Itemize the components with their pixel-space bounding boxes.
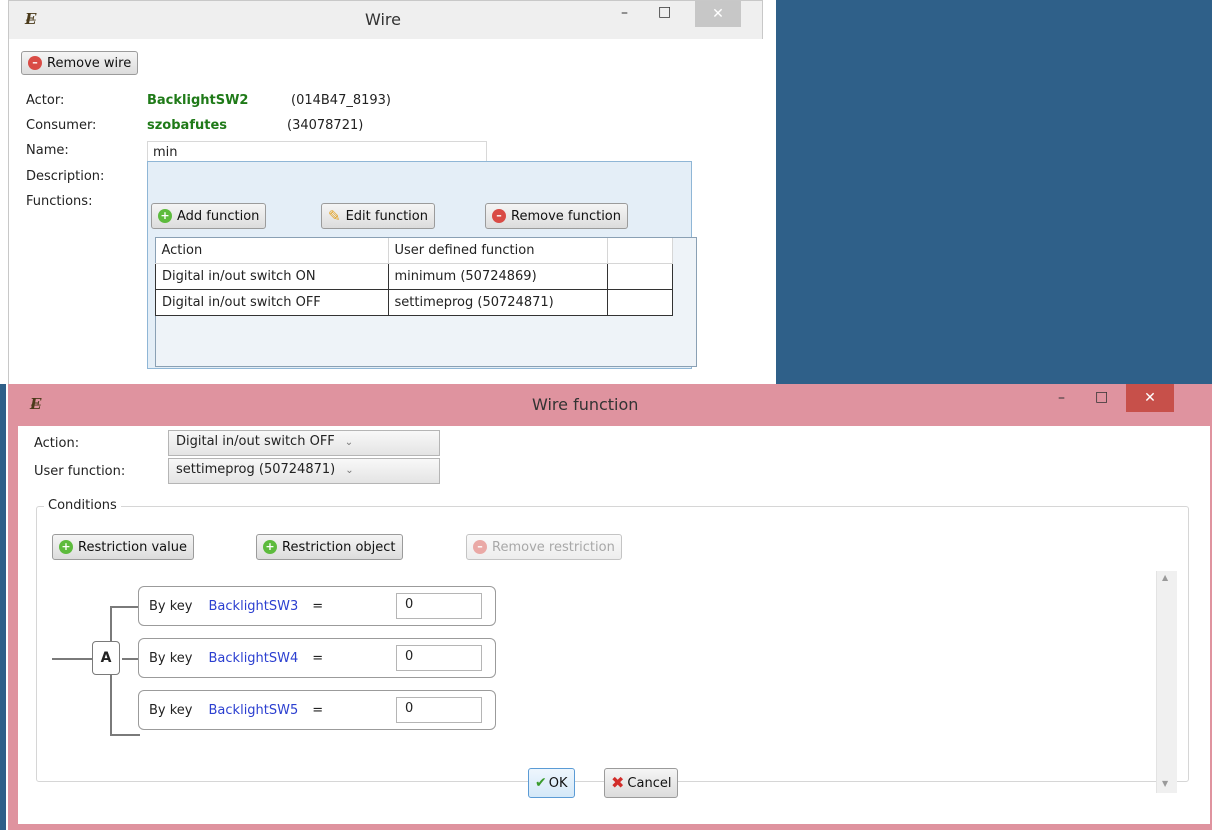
app-logo-icon: E̶: [30, 395, 42, 413]
functions-table: Action User defined function Digital in/…: [155, 238, 673, 316]
name-label: Name:: [26, 143, 69, 158]
cancel-icon: ✖: [611, 773, 625, 792]
table-header-row: Action User defined function: [155, 238, 673, 264]
wire-window-title: Wire: [365, 10, 401, 29]
table-cell-action: Digital in/out switch OFF: [155, 289, 389, 316]
desktop-background: [776, 0, 1212, 384]
cancel-label: Cancel: [627, 775, 672, 791]
condition-prefix: By key: [149, 598, 193, 614]
condition-key: BacklightSW3: [208, 598, 299, 614]
restriction-object-button[interactable]: + Restriction object: [256, 534, 403, 560]
restriction-object-label: Restriction object: [282, 539, 396, 555]
ok-button[interactable]: ✔ OK: [528, 768, 575, 798]
description-label: Description:: [26, 169, 105, 184]
and-operator-node[interactable]: A: [92, 641, 120, 675]
add-function-label: Add function: [177, 208, 260, 224]
desktop-background-strip: [0, 384, 6, 830]
actor-name: BacklightSW2: [147, 93, 249, 108]
app-logo-icon: E̶: [25, 10, 37, 28]
remove-restriction-button[interactable]: – Remove restriction: [466, 534, 622, 560]
wire-function-title: Wire function: [532, 395, 639, 414]
close-icon[interactable]: ✕: [695, 1, 741, 27]
tree-connector: [110, 734, 140, 736]
tree-connector: [52, 658, 96, 660]
maximize-icon[interactable]: □: [1095, 389, 1108, 405]
user-function-label: User function:: [34, 464, 126, 479]
add-icon: +: [59, 540, 73, 554]
condition-operator: =: [312, 650, 324, 666]
table-cell-function: minimum (50724869): [387, 263, 608, 290]
action-select-value: Digital in/out switch OFF: [176, 434, 335, 449]
restriction-value-label: Restriction value: [78, 539, 187, 555]
minimize-icon[interactable]: –: [1058, 390, 1065, 406]
close-icon[interactable]: ✕: [1126, 384, 1174, 412]
table-cell-action: Digital in/out switch ON: [155, 263, 389, 290]
condition-key: BacklightSW5: [208, 702, 299, 718]
condition-value-input[interactable]: 0: [396, 697, 482, 723]
wire-window-titlebar[interactable]: E̶ Wire – □ ✕: [9, 1, 764, 39]
remove-function-label: Remove function: [511, 208, 621, 224]
wire-function-dialog: E̶ Wire function – □ ✕ Action: Digital i…: [8, 384, 1212, 830]
table-cell-empty: [606, 263, 673, 290]
name-field[interactable]: min: [147, 141, 487, 163]
cancel-button[interactable]: ✖ Cancel: [604, 768, 679, 798]
table-cell-function: settimeprog (50724871): [387, 289, 608, 316]
consumer-name: szobafutes: [147, 118, 227, 133]
table-cell-empty: [606, 289, 673, 316]
actor-label: Actor:: [26, 93, 65, 108]
maximize-icon[interactable]: □: [658, 4, 671, 20]
column-header[interactable]: User defined function: [388, 238, 608, 264]
conditions-scrollbar[interactable]: ▲ ▼: [1156, 571, 1177, 793]
condition-operator: =: [312, 702, 324, 718]
consumer-id: (34078721): [287, 118, 364, 133]
wire-function-titlebar[interactable]: E̶ Wire function – □ ✕: [8, 384, 1212, 426]
action-label: Action:: [34, 436, 80, 451]
condition-operator: =: [312, 598, 324, 614]
remove-restriction-label: Remove restriction: [492, 539, 615, 555]
ok-label: OK: [548, 775, 568, 791]
condition-value-input[interactable]: 0: [396, 593, 482, 619]
actor-id: (014B47_8193): [291, 93, 392, 108]
consumer-label: Consumer:: [26, 118, 97, 133]
functions-label: Functions:: [26, 194, 93, 209]
remove-icon: –: [28, 56, 42, 70]
check-icon: ✔: [535, 775, 547, 791]
remove-icon: –: [473, 540, 487, 554]
condition-prefix: By key: [149, 702, 193, 718]
remove-function-button[interactable]: – Remove function: [485, 203, 628, 229]
column-header-filler: [607, 238, 673, 264]
wire-window: E̶ Wire – □ ✕ – Remove wire Actor: Backl…: [8, 0, 764, 385]
condition-value-input[interactable]: 0: [396, 645, 482, 671]
restriction-value-button[interactable]: + Restriction value: [52, 534, 194, 560]
user-function-select[interactable]: settimeprog (50724871) ⌄: [168, 458, 440, 484]
add-function-button[interactable]: + Add function: [151, 203, 267, 229]
edit-function-label: Edit function: [345, 208, 428, 224]
pencil-icon: ✎: [328, 207, 341, 225]
remove-wire-button[interactable]: – Remove wire: [21, 51, 139, 75]
remove-icon: –: [492, 209, 506, 223]
conditions-label: Conditions: [44, 498, 121, 513]
action-select[interactable]: Digital in/out switch OFF ⌄: [168, 430, 440, 456]
wire-function-content: Action: Digital in/out switch OFF ⌄ User …: [18, 426, 1210, 824]
add-icon: +: [263, 540, 277, 554]
table-row[interactable]: Digital in/out switch OFF settimeprog (5…: [155, 289, 673, 316]
chevron-down-icon: ⌄: [344, 437, 354, 448]
table-row[interactable]: Digital in/out switch ON minimum (507248…: [155, 263, 673, 290]
user-function-select-value: settimeprog (50724871): [176, 462, 336, 477]
tree-connector: [110, 606, 140, 608]
scroll-up-icon[interactable]: ▲: [1162, 573, 1168, 582]
add-icon: +: [158, 209, 172, 223]
edit-function-button[interactable]: ✎ Edit function: [321, 203, 435, 229]
minimize-icon[interactable]: –: [621, 5, 628, 21]
scroll-down-icon[interactable]: ▼: [1162, 779, 1168, 788]
condition-prefix: By key: [149, 650, 193, 666]
remove-wire-label: Remove wire: [47, 55, 132, 71]
chevron-down-icon: ⌄: [345, 465, 354, 476]
condition-key: BacklightSW4: [208, 650, 299, 666]
column-header[interactable]: Action: [155, 238, 389, 264]
